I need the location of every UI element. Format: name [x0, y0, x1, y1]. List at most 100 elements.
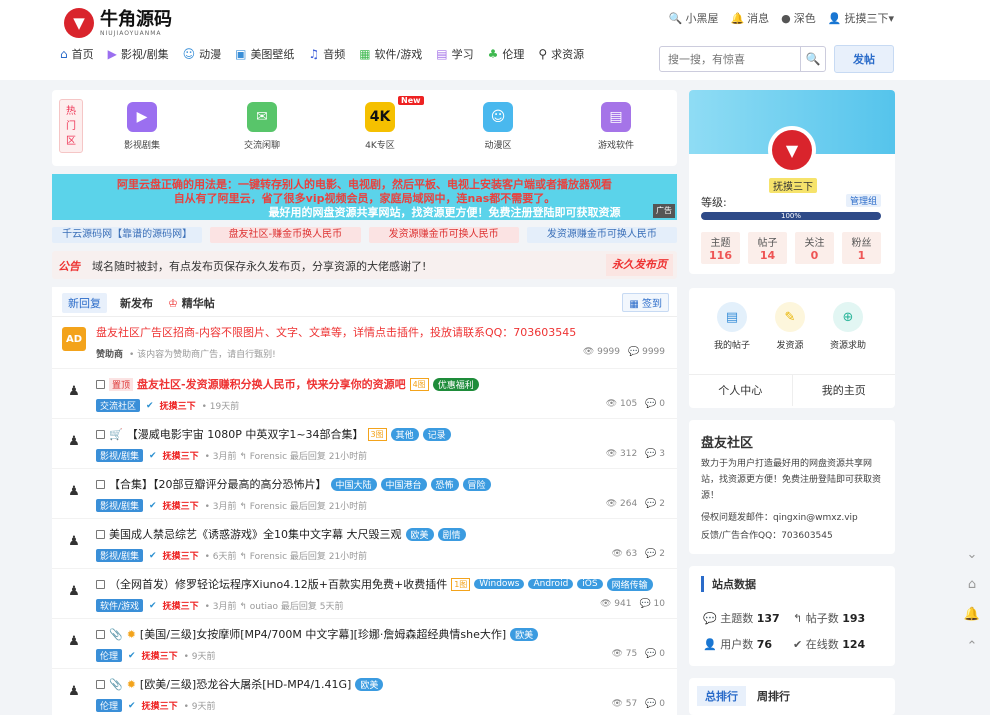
hot-item-4k[interactable]: 4K New 4K专区: [350, 96, 424, 151]
blacklist-link[interactable]: 🔍 小黑屋: [669, 10, 719, 26]
tab-new-posts[interactable]: 新发布: [120, 295, 153, 311]
hot-item-video[interactable]: ▶ 影视剧集: [112, 102, 172, 151]
nav-item-ethics[interactable]: ♣ 伦理: [488, 46, 525, 62]
nav-item-request[interactable]: ⚲ 求资源: [538, 46, 584, 62]
search-input[interactable]: [660, 47, 800, 71]
post-title[interactable]: 📎 ✹ [欧美/三级]恐龙谷大屠杀[HD-MP4/1.41G] 欧美: [96, 676, 384, 692]
post-tag[interactable]: 欧美: [405, 527, 434, 541]
post-author[interactable]: 抚摸三下: [160, 399, 196, 412]
post-tag[interactable]: 欧美: [355, 677, 384, 691]
post-checkbox[interactable]: [96, 579, 105, 589]
bell-icon[interactable]: 🔔: [958, 600, 986, 628]
post-tag[interactable]: 中国大陆: [330, 477, 377, 491]
signin-button[interactable]: ▦ 签到: [622, 293, 669, 312]
permanent-page-button[interactable]: 永久发布页: [606, 254, 673, 276]
post-category[interactable]: 伦理: [96, 699, 123, 712]
post-tag[interactable]: 网络传输: [606, 577, 653, 591]
post-title[interactable]: 📎 ✹ [美国/三级]女按摩师[MP4/700M 中文字幕][珍娜·詹姆森超经典情s…: [96, 626, 539, 642]
friend-link[interactable]: 盘友社区-赚金币换人民币: [210, 227, 361, 243]
post-tag[interactable]: 冒险: [462, 477, 491, 491]
tab-weekly-rank[interactable]: 周排行: [757, 688, 790, 704]
hot-item-anime[interactable]: ☺ 动漫区: [468, 102, 528, 151]
post-checkbox[interactable]: [96, 679, 105, 689]
nav-item-study[interactable]: ▤ 学习: [436, 46, 473, 62]
home-icon[interactable]: ⌂: [958, 570, 986, 598]
list-item[interactable]: ♟ 置顶 盘友社区-发资源赚积分换人民币，快来分享你的资源吧 4图 优惠福利 交流社区…: [52, 369, 677, 419]
post-author[interactable]: 抚摸三下: [142, 699, 178, 712]
friend-link[interactable]: 发资源赚金币可换人民币: [368, 227, 519, 243]
post-category[interactable]: 影视/剧集: [96, 499, 144, 512]
messages-link[interactable]: 🔔 消息: [730, 10, 769, 26]
profile-username[interactable]: 抚摸三下: [769, 178, 817, 193]
stat-posts[interactable]: 帖子 14: [748, 232, 787, 264]
announcement-banner[interactable]: 阿里云盘正确的用法是：一键转存别人的电影、电视剧，然后平板、电视上安装客户端或者…: [52, 174, 677, 220]
post-author[interactable]: 抚摸三下: [163, 599, 199, 612]
hot-item-chat[interactable]: ✉ 交流闲聊: [232, 102, 292, 151]
chevron-down-icon[interactable]: ⌄: [958, 540, 986, 568]
nav-item-audio[interactable]: ♫ 音频: [308, 46, 345, 62]
stat-following[interactable]: 关注 0: [795, 232, 834, 264]
post-tag[interactable]: 恐怖: [430, 477, 459, 491]
post-category[interactable]: 软件/游戏: [96, 599, 144, 612]
post-title[interactable]: 美国成人禁忌综艺《诱惑游戏》全10集中文字幕 大尺毁三观 欧美 剧情: [96, 526, 466, 542]
post-category[interactable]: 交流社区: [96, 399, 141, 412]
personal-center-link[interactable]: 个人中心: [689, 375, 793, 406]
post-title[interactable]: 🛒 【漫威电影宇宙 1080P 中英双字1~34部合集】 3图 其他 记录: [96, 426, 451, 442]
my-posts-button[interactable]: ▤ 我的帖子: [707, 302, 757, 351]
post-tag[interactable]: 记录: [422, 427, 451, 441]
publish-resource-button[interactable]: ✎ 发资源: [765, 302, 815, 351]
post-tag[interactable]: 其他: [390, 427, 419, 441]
post-checkbox[interactable]: [96, 429, 105, 439]
post-author[interactable]: 抚摸三下: [163, 549, 199, 562]
friend-link[interactable]: 千云源码网【靠谱的源码网】: [52, 227, 203, 243]
post-checkbox[interactable]: [96, 629, 105, 639]
back-to-top-icon[interactable]: ⌃: [958, 632, 986, 660]
dark-mode-toggle[interactable]: ● 深色: [781, 10, 816, 26]
post-tag[interactable]: iOS: [577, 579, 603, 589]
stat-followers[interactable]: 粉丝 1: [842, 232, 881, 264]
post-tag[interactable]: Windows: [474, 579, 525, 589]
post-tag[interactable]: Android: [528, 579, 574, 589]
search-button[interactable]: 🔍: [800, 47, 825, 71]
post-title[interactable]: 【合集】【20部豆瓣评分最高的高分恐怖片】 中国大陆 中国港台 恐怖 冒险: [96, 476, 491, 492]
my-homepage-link[interactable]: 我的主页: [793, 375, 896, 406]
post-tag[interactable]: 欧美: [510, 627, 539, 641]
resource-help-button[interactable]: ⊕ 资源求助: [823, 302, 873, 351]
post-author[interactable]: 抚摸三下: [163, 449, 199, 462]
list-item[interactable]: ♟ 美国成人禁忌综艺《诱惑游戏》全10集中文字幕 大尺毁三观 欧美 剧情 影视/剧集…: [52, 519, 677, 569]
post-tag[interactable]: 剧情: [437, 527, 466, 541]
list-item[interactable]: ♟ 🛒 【漫威电影宇宙 1080P 中英双字1~34部合集】 3图 其他 记录 影视/剧…: [52, 419, 677, 469]
post-title[interactable]: （全网首发）修罗轻论坛程序Xiuno4.12版+百款实用免费+收费插件 1图 Win…: [96, 576, 653, 592]
list-item[interactable]: ♟ 📎 ✹ [欧美/三级]恐龙谷大屠杀[HD-MP4/1.41G] 欧美 伦理 ✔ 抚摸三…: [52, 669, 677, 715]
nav-item-home[interactable]: ⌂ 首页: [60, 46, 94, 62]
post-button[interactable]: 发帖: [834, 45, 894, 73]
post-checkbox[interactable]: [96, 529, 105, 539]
nav-item-software[interactable]: ▦ 软件/游戏: [359, 46, 422, 62]
tab-total-rank[interactable]: 总排行: [697, 686, 746, 706]
nav-item-anime[interactable]: ☺ 动漫: [183, 46, 222, 62]
list-item[interactable]: ♟ 📎 ✹ [美国/三级]女按摩师[MP4/700M 中文字幕][珍娜·詹姆森超经典…: [52, 619, 677, 669]
post-category[interactable]: 影视/剧集: [96, 549, 144, 562]
friend-link[interactable]: 发资源赚金币可换人民币: [526, 227, 677, 243]
post-category[interactable]: 伦理: [96, 649, 123, 662]
list-item[interactable]: AD 盘友社区广告区招商-内容不限图片、文字、文章等，详情点击插件，投放请联系Q…: [52, 317, 677, 369]
post-checkbox[interactable]: [96, 479, 105, 489]
site-logo[interactable]: ▼ 牛角源码 NIUJIAOYUANMA: [64, 8, 172, 38]
post-tag[interactable]: 优惠福利: [432, 377, 479, 391]
nav-item-video[interactable]: ▶ 影视/剧集: [108, 46, 169, 62]
post-title[interactable]: 置顶 盘友社区-发资源赚积分换人民币，快来分享你的资源吧 4图 优惠福利: [96, 376, 479, 392]
post-tag[interactable]: 中国港台: [380, 477, 427, 491]
hot-item-games[interactable]: ▤ 游戏软件: [586, 102, 646, 151]
user-menu[interactable]: 👤 抚摸三下▾: [828, 10, 894, 26]
post-category[interactable]: 影视/剧集: [96, 449, 144, 462]
nav-item-wallpaper[interactable]: ▣ 美图壁纸: [235, 46, 294, 62]
post-author[interactable]: 抚摸三下: [142, 649, 178, 662]
post-author[interactable]: 抚摸三下: [163, 499, 199, 512]
tab-new-replies[interactable]: 新回复: [62, 293, 107, 313]
tab-featured[interactable]: ♔ 精华帖: [168, 295, 215, 311]
list-item[interactable]: ♟ 【合集】【20部豆瓣评分最高的高分恐怖片】 中国大陆 中国港台 恐怖 冒险 影视/剧…: [52, 469, 677, 519]
list-item[interactable]: ♟ （全网首发）修罗轻论坛程序Xiuno4.12版+百款实用免费+收费插件 1图 W…: [52, 569, 677, 619]
post-title[interactable]: 盘友社区广告区招商-内容不限图片、文字、文章等，详情点击插件，投放请联系QQ：7…: [96, 324, 576, 340]
avatar[interactable]: ▼: [768, 126, 816, 174]
stat-topics[interactable]: 主题 116: [701, 232, 740, 264]
